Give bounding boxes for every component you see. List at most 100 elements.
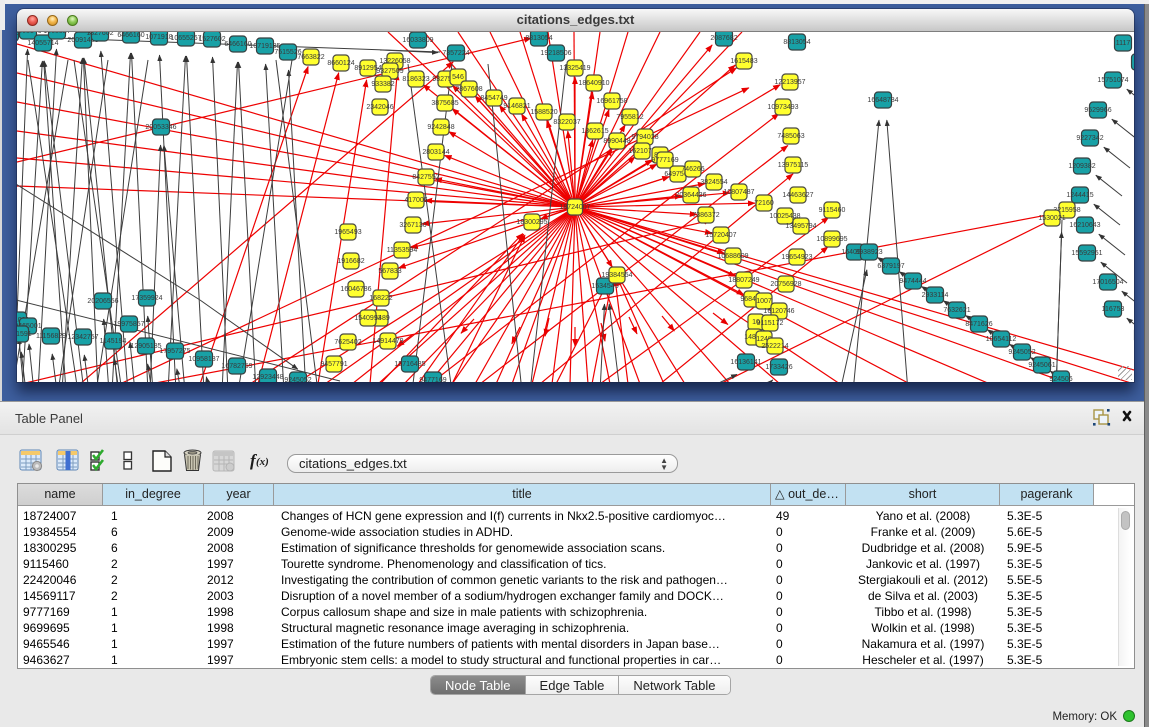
svg-text:546: 546 [452, 74, 464, 81]
svg-text:19384554: 19384554 [601, 272, 632, 279]
svg-text:3875685: 3875685 [431, 100, 458, 107]
svg-text:14463627: 14463627 [782, 192, 813, 199]
svg-text:7386372: 7386372 [692, 212, 719, 219]
svg-text:1362615: 1362615 [581, 128, 608, 135]
svg-text:12213957: 12213957 [774, 79, 805, 86]
svg-text:1965493: 1965493 [334, 229, 361, 236]
svg-text:8990448: 8990448 [603, 138, 630, 145]
svg-text:8813054: 8813054 [525, 35, 552, 42]
svg-text:14914479: 14914479 [372, 338, 403, 345]
svg-text:6466160: 6466160 [117, 32, 144, 39]
svg-text:417006: 417006 [404, 197, 427, 204]
svg-text:2087682: 2087682 [710, 35, 737, 42]
svg-text:933382: 933382 [371, 81, 394, 88]
svg-text:1540993: 1540993 [354, 315, 381, 322]
svg-text:15592951: 15592951 [1071, 250, 1102, 257]
svg-text:9327509: 9327509 [376, 68, 403, 75]
svg-text:1145194: 1145194 [100, 338, 127, 345]
svg-text:9115460: 9115460 [819, 207, 846, 214]
svg-text:1071918: 1071918 [145, 34, 172, 41]
svg-text:1916682: 1916682 [337, 258, 364, 265]
svg-text:19975857: 19975857 [113, 321, 144, 328]
svg-text:13975115: 13975115 [778, 162, 809, 169]
svg-text:9457791: 9457791 [320, 361, 347, 368]
svg-text:20364436: 20364436 [675, 192, 706, 199]
svg-text:1065527: 1065527 [43, 32, 70, 35]
svg-text:8471626: 8471626 [965, 321, 992, 328]
svg-text:72160: 72160 [754, 200, 774, 207]
svg-text:9146821: 9146821 [503, 103, 530, 110]
svg-text:18640910: 18640910 [578, 80, 609, 87]
svg-text:2522214: 2522214 [761, 343, 788, 350]
svg-text:18724007: 18724007 [559, 204, 590, 211]
svg-text:3824554: 3824554 [700, 179, 727, 186]
svg-text:1615483: 1615483 [730, 58, 757, 65]
svg-text:8186323: 8186323 [402, 76, 429, 83]
svg-text:7663822: 7663822 [297, 54, 324, 61]
svg-text:12342757: 12342757 [67, 334, 98, 341]
svg-text:20053346: 20053346 [145, 124, 176, 131]
svg-text:7632621: 7632621 [943, 307, 970, 314]
svg-text:16648784: 16648784 [867, 97, 898, 104]
svg-text:16033809: 16033809 [402, 37, 433, 44]
svg-text:9474444: 9474444 [899, 278, 926, 285]
svg-text:1209382: 1209382 [1068, 163, 1095, 170]
svg-text:13325419: 13325419 [559, 65, 590, 72]
svg-text:10973493: 10973493 [767, 104, 798, 111]
svg-text:567833: 567833 [378, 268, 401, 275]
svg-text:16210643: 16210643 [1069, 222, 1100, 229]
svg-text:20206556: 20206556 [87, 298, 118, 305]
svg-text:8427552: 8427552 [412, 174, 439, 181]
svg-text:6379197: 6379197 [877, 263, 904, 270]
svg-text:16782759: 16782759 [221, 363, 252, 370]
svg-text:2867608: 2867608 [455, 86, 482, 93]
svg-text:16046786: 16046786 [340, 286, 371, 293]
svg-text:15716485: 15716485 [394, 361, 425, 368]
svg-text:8813054: 8813054 [783, 39, 810, 46]
svg-text:8322037: 8322037 [553, 119, 580, 126]
svg-text:16120746: 16120746 [763, 308, 794, 315]
svg-text:7955812: 7955812 [616, 114, 643, 121]
svg-text:9477169: 9477169 [419, 377, 446, 382]
svg-text:10654112: 10654112 [986, 336, 1017, 343]
svg-text:2803144: 2803144 [422, 149, 449, 156]
svg-text:116753: 116753 [1102, 306, 1125, 313]
svg-text:8454749: 8454749 [480, 95, 507, 102]
svg-text:1534545: 1534545 [591, 283, 618, 290]
svg-text:7357224: 7357224 [442, 50, 469, 57]
svg-text:19218506: 19218506 [540, 50, 571, 57]
svg-text:9794028: 9794028 [631, 134, 658, 141]
svg-text:2933114: 2933114 [922, 292, 949, 299]
svg-text:10655267: 10655267 [170, 35, 201, 42]
svg-text:17016504: 17016504 [1092, 279, 1123, 286]
svg-text:10807487: 10807487 [723, 189, 754, 196]
svg-text:17957275: 17957275 [159, 348, 190, 355]
svg-text:3267130: 3267130 [399, 222, 426, 229]
svg-text:14055714: 14055714 [27, 40, 58, 47]
svg-text:15751074: 15751074 [1097, 77, 1128, 84]
svg-text:7625402: 7625402 [334, 339, 361, 346]
svg-text:18300295: 18300295 [516, 219, 547, 226]
svg-text:9245052: 9245052 [284, 377, 311, 382]
svg-text:10688609: 10688609 [717, 253, 748, 260]
svg-text:746266: 746266 [681, 166, 704, 173]
svg-text:9245061: 9245061 [1028, 362, 1055, 369]
svg-text:9777169: 9777169 [651, 157, 678, 164]
svg-text:16136141: 16136141 [730, 359, 761, 366]
svg-text:10958187: 10958187 [188, 356, 219, 363]
svg-text:1527602: 1527602 [198, 36, 225, 43]
svg-text:(x): (x) [256, 456, 269, 468]
svg-text:7485063: 7485063 [777, 133, 804, 140]
svg-text:1007: 1007 [756, 298, 772, 305]
svg-text:168222: 168222 [369, 295, 392, 302]
svg-text:9115172: 9115172 [757, 320, 784, 327]
svg-text:1327602: 1327602 [86, 32, 113, 37]
svg-text:19654923: 19654923 [781, 254, 812, 261]
svg-text:8660124: 8660124 [327, 60, 354, 67]
svg-text:2342046: 2342046 [366, 104, 393, 111]
svg-text:924506: 924506 [1049, 376, 1072, 382]
svg-text:20756928: 20756928 [770, 281, 801, 288]
svg-text:16961758: 16961758 [596, 98, 627, 105]
svg-text:11353594: 11353594 [387, 247, 418, 254]
svg-text:13495794: 13495794 [785, 223, 816, 230]
